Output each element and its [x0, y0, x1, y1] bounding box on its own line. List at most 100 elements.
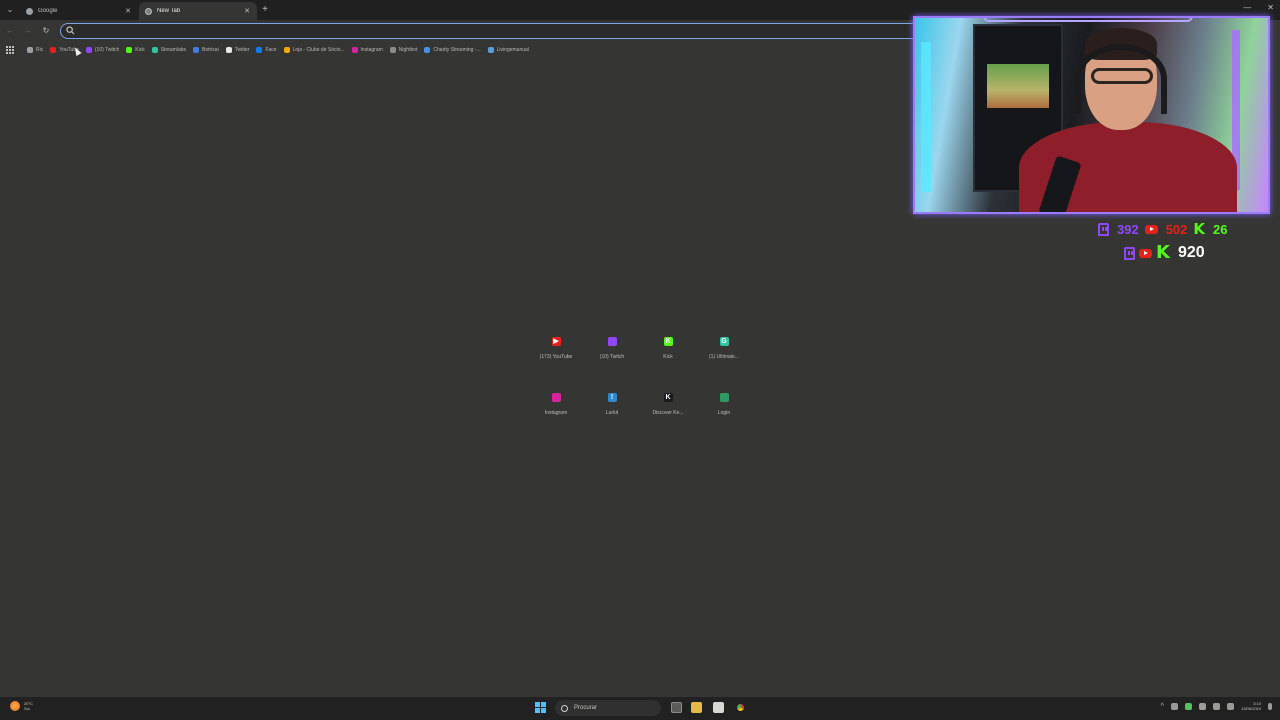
bookmark-favicon-icon	[193, 47, 200, 53]
shortcut-label: Kick	[663, 354, 673, 360]
shortcut-icon-circle: K	[657, 386, 679, 408]
tab-label: Google	[38, 8, 58, 14]
shortcut-label: Lurkit	[605, 410, 619, 416]
task-view-icon[interactable]	[671, 702, 682, 713]
shortcut-icon-circle: K	[657, 330, 679, 352]
tab-google[interactable]: Google ✕	[20, 2, 138, 20]
network-icon[interactable]	[1212, 702, 1220, 710]
shortcut-tile[interactable]: ! Lurkit	[584, 386, 640, 424]
shortcut-label: (173) YouTube	[539, 354, 573, 360]
twitch-icon	[1098, 223, 1109, 236]
bookmark-label: Kick	[135, 47, 145, 53]
shortcut-label: Login	[717, 410, 731, 416]
webcam-overlay	[913, 16, 1270, 214]
tab-new-tab[interactable]: New Tab ✕	[139, 2, 257, 20]
taskbar-search[interactable]: Procurar	[555, 700, 661, 716]
tray-app-icon[interactable]	[1198, 702, 1206, 710]
shortcut-favicon-icon: K	[663, 392, 673, 402]
chrome-icon[interactable]	[735, 702, 746, 713]
search-icon	[561, 704, 568, 712]
minimize-icon[interactable]: —	[1243, 3, 1251, 12]
bookmark-item[interactable]: Instagram	[351, 44, 383, 56]
total-viewers: K 920	[1124, 244, 1205, 262]
tray-chevron-icon[interactable]: ^	[1161, 703, 1164, 710]
shortcut-tile[interactable]: G (1) Ultimate...	[696, 330, 752, 368]
bookmark-item[interactable]: Face	[256, 44, 277, 56]
bookmark-item[interactable]: (10) Twitch	[85, 44, 119, 56]
bookmark-item[interactable]: Botrixai	[193, 44, 219, 56]
file-explorer-icon[interactable]	[691, 702, 702, 713]
bookmark-item[interactable]: Loja - Clube de Sócio...	[283, 44, 345, 56]
shortcut-favicon-icon: K	[663, 336, 673, 346]
shortcut-tile[interactable]: Login	[696, 386, 752, 424]
shortcut-tile[interactable]: Instagram	[528, 386, 584, 424]
shortcut-tile[interactable]: K Discover Ke...	[640, 386, 696, 424]
bookmark-favicon-icon	[50, 47, 57, 53]
youtube-icon	[1144, 225, 1158, 234]
back-arrow-icon[interactable]: ←	[4, 25, 16, 37]
youtube-count: 502	[1165, 222, 1188, 237]
shortcut-icon-circle: G	[713, 330, 735, 352]
shortcut-label: (1) Ultimate...	[708, 354, 739, 360]
shortcut-favicon-icon: !	[607, 392, 617, 402]
kick-count: 26	[1213, 222, 1228, 237]
bookmark-item[interactable]: Nightbot	[389, 44, 417, 56]
bookmark-label: Charity Streaming -...	[433, 47, 481, 53]
calculator-icon[interactable]	[713, 702, 724, 713]
volume-icon[interactable]	[1226, 702, 1234, 710]
google-favicon-icon	[26, 7, 33, 15]
tray-app-icon[interactable]	[1170, 702, 1178, 710]
bookmark-label: Face	[265, 47, 277, 53]
clock-date: 13/06/2024	[1240, 706, 1261, 711]
viewer-stats: 392 502 K 26 K 920	[1090, 220, 1256, 268]
bookmark-item[interactable]: Kick	[126, 44, 145, 56]
shortcut-icon-circle: !	[601, 386, 623, 408]
bookmark-item[interactable]: Twitter	[225, 44, 249, 56]
shortcut-tile[interactable]: K Kick	[640, 330, 696, 368]
bookmark-label: Loja - Clube de Sócio...	[292, 47, 345, 53]
address-bar[interactable]	[60, 23, 980, 39]
new-tab-button[interactable]: +	[260, 4, 270, 16]
windows-start-icon[interactable]	[535, 702, 546, 713]
reload-icon[interactable]: ↻	[40, 25, 52, 37]
bookmark-item[interactable]: Ric	[27, 44, 43, 56]
kick-icon: K	[1193, 220, 1206, 238]
tray-app-icon[interactable]	[1184, 702, 1192, 710]
total-count: 920	[1177, 244, 1205, 261]
shortcut-tile[interactable]: (10) Twitch	[584, 330, 640, 368]
bookmark-item[interactable]: Streamlabs	[151, 44, 187, 56]
address-input[interactable]	[79, 25, 959, 37]
bookmark-item[interactable]: Charity Streaming -...	[424, 44, 481, 56]
bookmark-favicon-icon	[27, 47, 33, 53]
tab-close-icon[interactable]: ✕	[124, 7, 132, 15]
clock[interactable]: 3:10 13/06/2024	[1241, 701, 1261, 711]
twitch-viewers: 392	[1098, 222, 1139, 237]
tab-close-icon[interactable]: ✕	[243, 7, 251, 15]
sun-icon	[10, 701, 20, 711]
window-controls: — ✕	[1243, 3, 1274, 12]
bookmark-favicon-icon	[283, 47, 290, 53]
bookmark-favicon-icon	[487, 47, 494, 53]
bookmark-favicon-icon	[256, 47, 263, 53]
forward-arrow-icon[interactable]: →	[22, 25, 34, 37]
chrome-favicon-icon	[145, 7, 152, 15]
tab-search-chevron-icon[interactable]: ⌄	[5, 4, 15, 16]
bookmark-label: Streamlabs	[160, 47, 187, 53]
shortcut-label: Discover Ke...	[652, 410, 684, 416]
bookmark-item[interactable]: Livingemanual	[487, 44, 529, 56]
bookmark-favicon-icon	[389, 47, 396, 53]
bookmark-favicon-icon	[225, 47, 232, 53]
twitch-icon	[1124, 246, 1135, 260]
shortcut-favicon-icon: G	[719, 336, 729, 346]
bookmark-label: Livingemanual	[496, 47, 529, 53]
apps-grid-icon[interactable]	[5, 45, 15, 55]
system-tray: ^ 3:10 13/06/2024	[1161, 701, 1272, 711]
shortcut-icon-circle	[545, 386, 567, 408]
shortcut-tile[interactable]: ▶ (173) YouTube	[528, 330, 584, 368]
notification-icon[interactable]	[1268, 702, 1272, 710]
bookmark-label: Botrixai	[202, 47, 219, 53]
close-window-icon[interactable]: ✕	[1267, 3, 1274, 12]
bookmark-label: Ric	[36, 47, 44, 53]
weather-widget[interactable]: 20°C Sol	[10, 701, 33, 711]
taskbar: 20°C Sol Procurar ^ 3:10 13/06/2024	[0, 697, 1280, 720]
